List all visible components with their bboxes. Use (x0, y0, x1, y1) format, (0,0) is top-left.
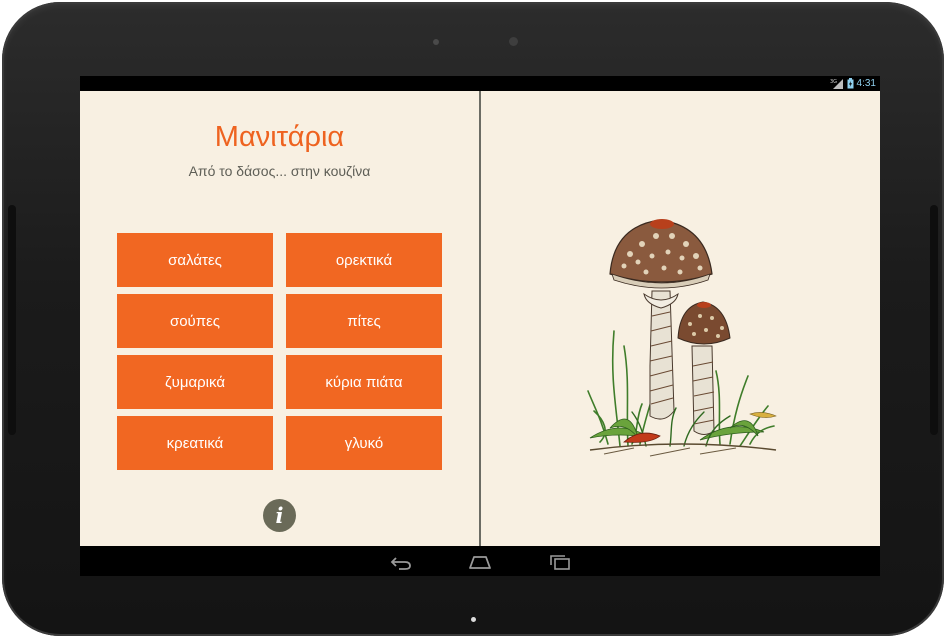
navigation-bar (80, 546, 880, 576)
signal-icon: 3G (830, 79, 843, 89)
device-screen: 3G 4:31 Μανιτάρια Από το δάσος... στην κ… (80, 76, 880, 576)
mushroom-illustration (587, 219, 777, 457)
info-button[interactable]: i (263, 499, 296, 532)
front-camera (509, 37, 518, 46)
notification-led (471, 617, 476, 622)
category-button-salads[interactable]: σαλάτες (117, 233, 273, 287)
svg-text:3G: 3G (830, 79, 837, 85)
status-bar: 3G 4:31 (80, 76, 880, 91)
home-icon[interactable] (466, 553, 494, 571)
page-title: Μανιτάρια (214, 121, 345, 153)
battery-icon (847, 78, 854, 89)
app-content: Μανιτάρια Από το δάσος... στην κουζίνα σ… (80, 91, 880, 546)
category-button-pies[interactable]: πίτες (286, 294, 442, 348)
category-button-main-dishes[interactable]: κύρια πιάτα (286, 355, 442, 409)
speaker-grille-right (930, 205, 938, 435)
category-button-soups[interactable]: σούπες (117, 294, 273, 348)
sensor-dot (433, 39, 439, 45)
page-subtitle: Από το δάσος... στην κουζίνα (188, 163, 371, 179)
speaker-grille-left (8, 205, 16, 435)
category-button-appetizers[interactable]: ορεκτικά (286, 233, 442, 287)
category-button-dessert[interactable]: γλυκό (286, 416, 442, 470)
category-button-pasta[interactable]: ζυμαρικά (117, 355, 273, 409)
recent-apps-icon[interactable] (546, 553, 574, 571)
category-grid: σαλάτες ορεκτικά σούπες πίτες ζυμαρικά κ… (117, 233, 442, 470)
panel-divider (479, 91, 481, 546)
category-button-meat[interactable]: κρεατικά (117, 416, 273, 470)
back-icon[interactable] (386, 553, 414, 571)
status-icons: 3G 4:31 (830, 77, 876, 90)
status-time: 4:31 (856, 78, 876, 89)
info-icon: i (275, 503, 284, 528)
